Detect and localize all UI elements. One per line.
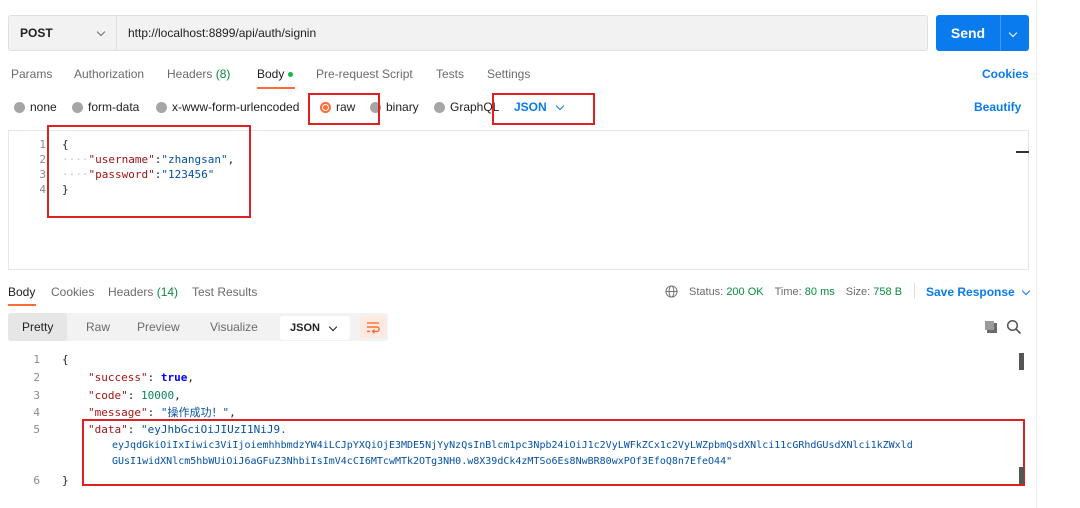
chevron-down-icon — [1021, 286, 1030, 295]
code-line-1: { — [62, 353, 69, 366]
view-mode-preview[interactable]: Preview — [123, 313, 194, 341]
annotation-box-raw — [308, 93, 380, 125]
line-number: 4 — [39, 183, 46, 196]
response-scrollbar[interactable] — [1019, 353, 1024, 370]
annotation-box-json — [492, 93, 595, 125]
globe-icon[interactable] — [665, 285, 678, 298]
cookies-link[interactable]: Cookies — [982, 67, 1029, 81]
json-value: true — [160, 371, 188, 384]
line-number: 5 — [33, 423, 40, 436]
code-line-6: } — [62, 474, 69, 487]
radio-binary-label: binary — [386, 100, 419, 114]
save-response-label: Save Response — [926, 285, 1015, 299]
body-indicator-dot — [288, 72, 294, 78]
line-number: 4 — [33, 406, 40, 419]
code-line-2: "success": true, — [88, 371, 194, 384]
line-number: 1 — [39, 138, 46, 151]
radio-none-label: none — [30, 100, 57, 114]
response-scrollbar-thumb[interactable] — [1019, 467, 1024, 484]
json-value: "操作成功！" — [160, 406, 230, 419]
response-tab-cookies[interactable]: Cookies — [51, 285, 94, 299]
divider — [914, 283, 915, 299]
radio-form-data-label: form-data — [88, 100, 140, 114]
view-mode-visualize[interactable]: Visualize — [196, 313, 272, 341]
close-brace: } — [62, 474, 69, 487]
json-key: "message" — [88, 406, 148, 419]
line-number: 1 — [33, 353, 40, 366]
annotation-box-data — [82, 419, 1025, 486]
response-tab-test-results[interactable]: Test Results — [192, 285, 257, 299]
copy-icon[interactable] — [984, 320, 998, 334]
response-tab-headers-count: (14) — [156, 285, 179, 299]
view-mode-raw[interactable]: Raw — [72, 313, 124, 341]
response-format-select[interactable]: JSON — [280, 316, 350, 340]
chevron-down-icon[interactable] — [1008, 28, 1018, 38]
active-tab-underline — [8, 304, 36, 306]
beautify-button[interactable]: Beautify — [974, 100, 1021, 114]
tab-body-label: Body — [257, 67, 285, 81]
radio-circle-icon — [156, 101, 167, 113]
line-number: 6 — [33, 474, 40, 487]
send-divider — [1000, 15, 1001, 51]
size-value[interactable]: 758 B — [873, 286, 902, 298]
url-input[interactable]: http://localhost:8899/api/auth/signin — [117, 26, 316, 40]
response-tab-headers-label: Headers — [108, 285, 154, 299]
request-url-bar: POST http://localhost:8899/api/auth/sign… — [8, 15, 928, 51]
tab-authorization[interactable]: Authorization — [74, 67, 144, 81]
chevron-down-icon — [96, 27, 106, 37]
status-value[interactable]: 200 OK — [726, 286, 763, 298]
save-response-button[interactable]: Save Response — [926, 285, 1030, 299]
send-button[interactable]: Send — [936, 15, 1029, 51]
radio-graphql[interactable]: GraphQL — [434, 100, 499, 114]
json-key: "code" — [88, 389, 128, 402]
radio-form-data[interactable]: form-data — [72, 100, 139, 114]
tab-settings[interactable]: Settings — [487, 67, 530, 81]
wrap-lines-icon — [367, 322, 380, 334]
tab-body[interactable]: Body — [257, 67, 294, 81]
wrap-lines-button[interactable] — [360, 316, 386, 338]
send-label: Send — [950, 25, 986, 41]
radio-urlencoded[interactable]: x-www-form-urlencoded — [156, 100, 299, 114]
response-tab-body[interactable]: Body — [8, 285, 35, 299]
code-line-4: "message": "操作成功！", — [88, 406, 236, 419]
response-format-label: JSON — [290, 322, 320, 334]
line-number: 2 — [33, 371, 40, 384]
tab-params[interactable]: Params — [11, 67, 52, 81]
tab-headers[interactable]: Headers (8) — [167, 67, 230, 81]
line-number: 2 — [39, 153, 46, 166]
method-select[interactable]: POST — [9, 16, 117, 50]
editor-scrollbar[interactable] — [1016, 151, 1029, 153]
open-brace: { — [62, 353, 69, 366]
response-status: Status: 200 OK Time: 80 ms Size: 758 B — [665, 285, 902, 298]
radio-circle-icon — [14, 101, 25, 113]
chevron-down-icon — [328, 322, 338, 331]
tab-headers-count: (8) — [215, 67, 231, 81]
radio-none[interactable]: none — [14, 100, 57, 114]
line-number: 3 — [39, 168, 46, 181]
response-tab-headers[interactable]: Headers (14) — [108, 285, 178, 299]
panel-divider — [1036, 0, 1037, 508]
time-label: Time: — [774, 285, 802, 298]
view-mode-pretty[interactable]: Pretty — [8, 313, 68, 341]
line-number: 3 — [33, 389, 40, 402]
active-tab-underline — [257, 87, 295, 89]
tab-tests[interactable]: Tests — [436, 67, 464, 81]
status-label: Status: — [689, 285, 724, 298]
time-value[interactable]: 80 ms — [805, 286, 835, 298]
tab-pre-request-script[interactable]: Pre-request Script — [316, 67, 413, 81]
size-label: Size: — [845, 285, 871, 298]
radio-urlencoded-label: x-www-form-urlencoded — [172, 100, 300, 114]
radio-circle-icon — [72, 101, 83, 113]
radio-circle-icon — [434, 101, 445, 113]
search-icon[interactable] — [1006, 319, 1022, 335]
method-label: POST — [20, 26, 53, 40]
annotation-box-request-body — [47, 125, 251, 218]
tab-headers-label: Headers — [167, 67, 213, 81]
json-key: "success" — [88, 371, 148, 384]
json-value: 10000 — [141, 389, 175, 402]
code-line-3: "code": 10000, — [88, 389, 181, 402]
